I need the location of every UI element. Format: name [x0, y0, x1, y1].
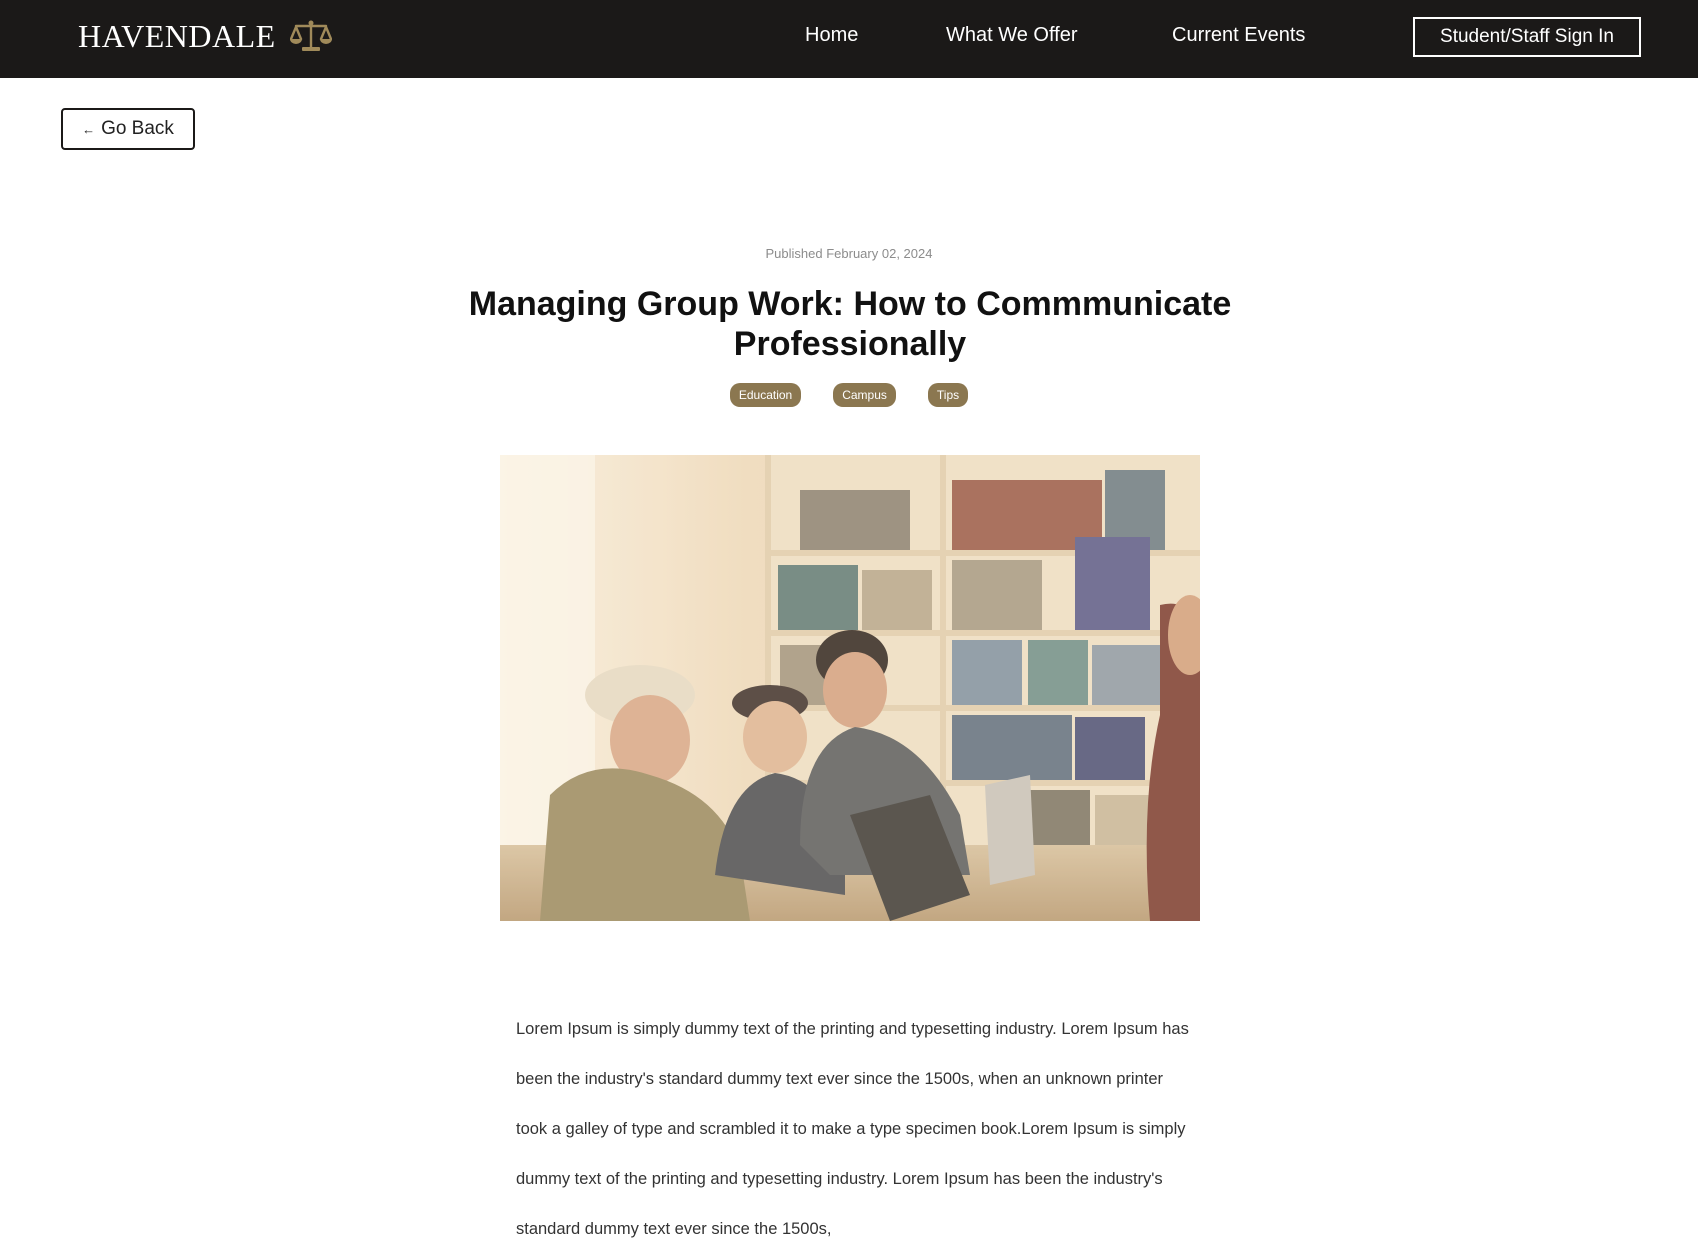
hero-photo	[500, 455, 1200, 921]
tag-campus[interactable]: Campus	[833, 383, 896, 407]
nav-what-we-offer-link[interactable]: What We Offer	[946, 24, 1078, 47]
back-arrow-icon: ←	[82, 121, 96, 137]
brand-name: HAVENDALE	[78, 18, 276, 54]
nav-current-events-link[interactable]: Current Events	[1172, 24, 1305, 47]
article-title: Managing Group Work: How to Commmunicate…	[468, 285, 1232, 363]
go-back-button[interactable]: ← Go Back	[61, 108, 195, 150]
tag-tips[interactable]: Tips	[927, 383, 969, 407]
article-body: Lorem Ipsum is simply dummy text of the …	[516, 1020, 1189, 1238]
scales-icon	[289, 20, 332, 51]
go-back-label: Go Back	[101, 118, 174, 139]
students-library-photo	[500, 455, 1200, 921]
signin-button[interactable]: Student/Staff Sign In	[1413, 17, 1641, 57]
nav-home-link[interactable]: Home	[805, 24, 858, 47]
top-navbar: HAVENDALE Home What We Offer Current Eve…	[0, 0, 1698, 78]
published-date: Published February 02, 2024	[765, 246, 933, 261]
brand-logo[interactable]: HAVENDALE	[78, 18, 332, 55]
tag-education[interactable]: Education	[729, 383, 802, 407]
tag-list: Education Campus Tips	[0, 383, 1698, 407]
